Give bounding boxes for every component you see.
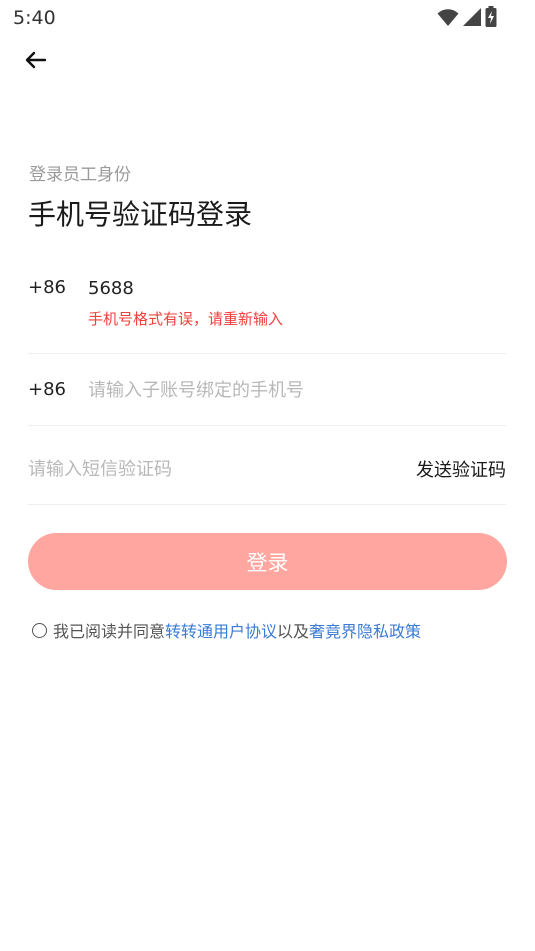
sub-account-phone-input[interactable] <box>88 377 488 403</box>
page-subtitle: 登录员工身份 <box>29 165 131 185</box>
phone-input-primary[interactable] <box>88 275 488 301</box>
status-icons <box>437 6 497 32</box>
sms-code-input[interactable] <box>28 456 358 482</box>
agreement: 我已阅读并同意 转转通用户协议 以及 奢竟界隐私政策 <box>32 618 421 642</box>
country-code-sub-account[interactable]: +86 <box>28 379 66 400</box>
country-code-primary[interactable]: +86 <box>28 277 66 298</box>
status-bar: 5:40 <box>0 0 535 36</box>
sms-code-row: 发送验证码 <box>28 426 506 505</box>
phone-row-primary: +86 手机号格式有误，请重新输入 <box>28 265 506 354</box>
back-button[interactable] <box>18 46 52 78</box>
privacy-policy-link[interactable]: 奢竟界隐私政策 <box>309 618 421 642</box>
phone-error-message: 手机号格式有误，请重新输入 <box>88 310 284 328</box>
agree-radio[interactable] <box>32 622 47 638</box>
cell-signal-icon <box>462 7 482 31</box>
agreement-prefix: 我已阅读并同意 <box>53 622 166 641</box>
battery-charging-icon <box>485 6 497 32</box>
agreement-middle: 以及 <box>277 622 310 641</box>
phone-row-sub-account: +86 <box>28 354 506 426</box>
wifi-icon <box>437 7 459 31</box>
status-time: 5:40 <box>13 7 56 29</box>
arrow-left-icon <box>23 50 47 74</box>
user-agreement-link[interactable]: 转转通用户协议 <box>165 618 277 642</box>
send-code-button[interactable]: 发送验证码 <box>416 456 506 482</box>
login-button[interactable]: 登录 <box>28 533 507 590</box>
page-title: 手机号验证码登录 <box>28 198 253 231</box>
